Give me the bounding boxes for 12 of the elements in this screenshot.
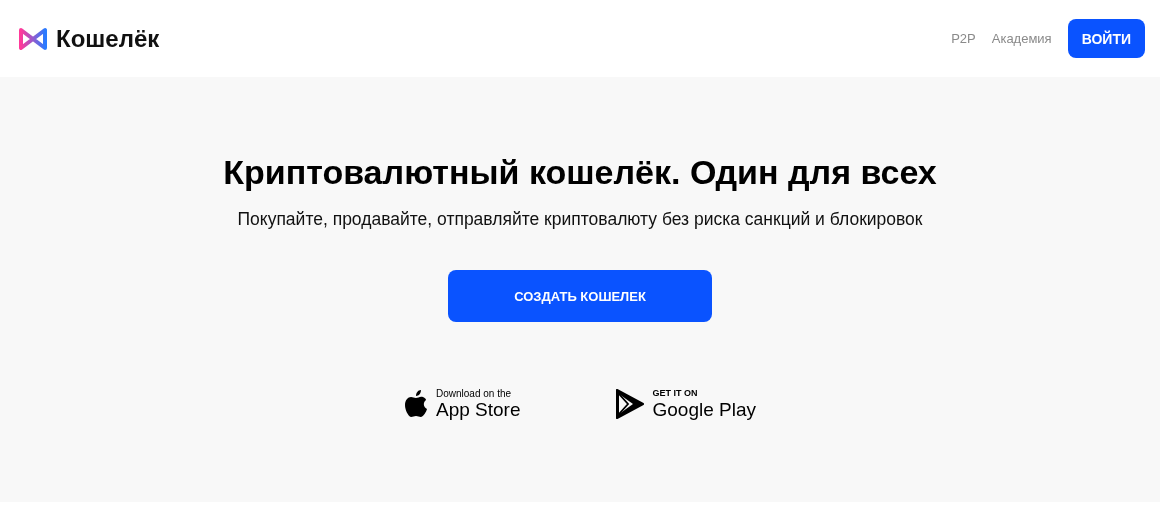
- nav-link[interactable]: Академия: [991, 31, 1052, 46]
- store-link[interactable]: Download on the App Store: [404, 388, 521, 420]
- login-button[interactable]: ВОЙТИ: [1067, 19, 1145, 58]
- hero-title: Криптовалютный кошелёк. Один для всех: [223, 153, 937, 192]
- apple-icon: [404, 389, 428, 419]
- store-link[interactable]: GET IT ON Google Play: [616, 388, 756, 420]
- create-wallet-button[interactable]: СОЗДАТЬ КОШЕЛЕК: [448, 270, 712, 322]
- nav-link[interactable]: P2P: [951, 31, 976, 46]
- play-icon: [616, 389, 645, 419]
- logo-text[interactable]: Кошелёк: [56, 24, 160, 53]
- logo-icon: [18, 26, 48, 51]
- hero-subtitle: Покупайте, продавайте, отправляйте криптовалюту без риска санкций и блокировок: [237, 209, 923, 230]
